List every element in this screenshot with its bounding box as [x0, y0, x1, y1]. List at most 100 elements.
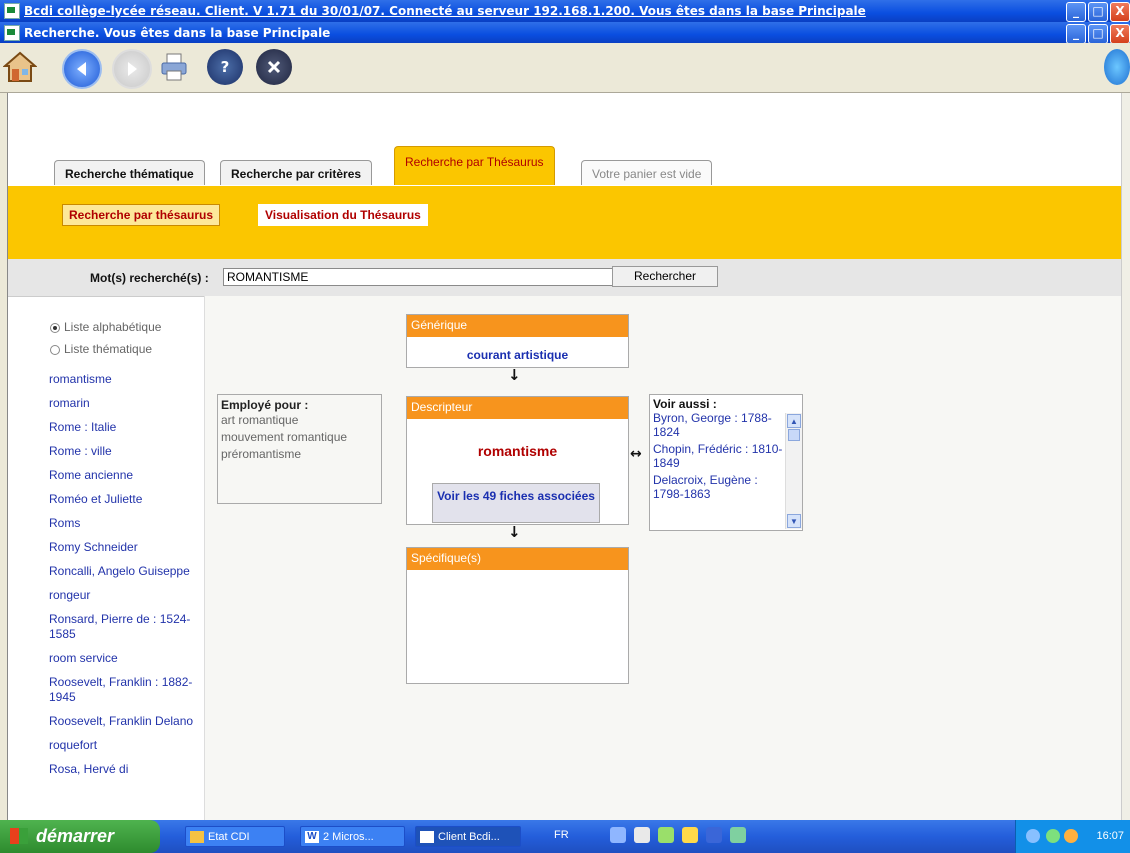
close-window-icon[interactable]: X: [1110, 24, 1130, 43]
search-label: Mot(s) recherché(s) :: [90, 271, 209, 285]
list-item[interactable]: Byron, George : 1788-1824: [653, 411, 784, 439]
list-item[interactable]: Rome : Italie: [49, 420, 199, 435]
bidirectional-arrow-icon: ↔: [630, 446, 642, 462]
antivirus-icon[interactable]: [1064, 829, 1078, 843]
word-icon[interactable]: [706, 827, 722, 843]
search-button[interactable]: Rechercher: [612, 266, 718, 287]
voir-aussi-list: Byron, George : 1788-1824 Chopin, Frédér…: [650, 411, 802, 501]
network-icon[interactable]: [1046, 829, 1060, 843]
start-label: démarrer: [36, 826, 115, 846]
minimize-icon[interactable]: _: [1066, 2, 1086, 22]
list-item[interactable]: room service: [49, 651, 199, 666]
taskbar-item-label: 2 Micros...: [323, 831, 374, 843]
help-icon[interactable]: ?: [207, 49, 243, 85]
tab-recherche-thesaurus[interactable]: Recherche par Thésaurus: [394, 146, 555, 185]
employe-pour-item: préromantisme: [221, 447, 302, 461]
generique-term[interactable]: courant artistique: [407, 348, 628, 362]
list-item[interactable]: romarin: [49, 396, 199, 411]
taskbar-item-word[interactable]: W 2 Micros...: [300, 826, 405, 847]
taskbar-item-label: Client Bcdi...: [438, 831, 500, 843]
employe-pour-box: Employé pour : art romantique mouvement …: [217, 394, 382, 504]
radio-liste-alphabetique[interactable]: Liste alphabétique: [50, 320, 161, 334]
list-item[interactable]: Roms: [49, 516, 199, 531]
word-icon: W: [305, 831, 319, 843]
descripteur-heading: Descripteur: [407, 397, 628, 419]
list-item[interactable]: Roncalli, Angelo Guiseppe: [49, 564, 199, 579]
back-icon[interactable]: [62, 49, 102, 89]
ie-icon[interactable]: [610, 827, 626, 843]
voir-fiches-button[interactable]: Voir les 49 fiches associées: [432, 483, 600, 523]
scroll-up-icon[interactable]: ▲: [787, 414, 801, 428]
language-indicator[interactable]: FR: [554, 829, 569, 841]
descripteur-box: Descripteur romantisme Voir les 49 fiche…: [406, 396, 629, 525]
employe-pour-item: art romantique: [221, 413, 299, 427]
globe-icon[interactable]: [1104, 49, 1130, 85]
list-item[interactable]: Roosevelt, Franklin Delano: [49, 714, 199, 729]
word-list-panel: Liste alphabétique Liste thématique roma…: [8, 296, 205, 820]
taskbar-item-etat-cdi[interactable]: Etat CDI: [185, 826, 285, 847]
voir-aussi-scrollbar[interactable]: ▲ ▼: [785, 413, 802, 529]
list-item[interactable]: Chopin, Frédéric : 1810-1849: [653, 442, 784, 470]
list-item[interactable]: Roméo et Juliette: [49, 492, 199, 507]
home-icon[interactable]: [2, 49, 38, 85]
mail-icon[interactable]: [634, 827, 650, 843]
maximize-icon[interactable]: □: [1088, 24, 1108, 43]
maximize-icon[interactable]: □: [1088, 2, 1108, 22]
clock: 16:07: [1096, 830, 1124, 842]
tab-panier[interactable]: Votre panier est vide: [581, 160, 713, 185]
bcdi-icon[interactable]: [730, 827, 746, 843]
start-button[interactable]: démarrer: [0, 820, 160, 853]
windows-logo-icon: [10, 828, 28, 844]
tab-recherche-criteres[interactable]: Recherche par critères: [220, 160, 373, 185]
list-item[interactable]: Roosevelt, Franklin : 1882-1945: [49, 675, 199, 705]
forward-icon[interactable]: [112, 49, 152, 89]
list-item[interactable]: romantisme: [49, 372, 199, 387]
app-title-bar[interactable]: Bcdi collège-lycée réseau. Client. V 1.7…: [0, 0, 1130, 22]
word-list: romantisme romarin Rome : Italie Rome : …: [49, 372, 199, 786]
tray-chevron-icon[interactable]: [1026, 829, 1040, 843]
radio-label: Liste thématique: [64, 342, 153, 356]
radio-label: Liste alphabétique: [64, 320, 162, 334]
radio-liste-thematique[interactable]: Liste thématique: [50, 342, 152, 356]
list-item[interactable]: Rome ancienne: [49, 468, 199, 483]
minimize-icon[interactable]: _: [1066, 24, 1086, 43]
employe-pour-item: mouvement romantique: [221, 430, 348, 444]
tab-recherche-thematique[interactable]: Recherche thématique: [54, 160, 205, 185]
list-item[interactable]: Rome : ville: [49, 444, 199, 459]
list-item[interactable]: rongeur: [49, 588, 199, 603]
list-item[interactable]: Ronsard, Pierre de : 1524-1585: [49, 612, 199, 642]
search-bar: Mot(s) recherché(s) : ROMANTISME Recherc…: [8, 259, 1123, 297]
quick-launch: [610, 827, 746, 843]
app-icon: [4, 3, 20, 19]
svg-text:?: ?: [221, 58, 230, 76]
specifique-box: Spécifique(s): [406, 547, 629, 684]
employe-pour-heading: Employé pour :: [221, 398, 309, 412]
voir-aussi-heading: Voir aussi :: [653, 397, 717, 411]
taskbar-item-client-bcdi[interactable]: Client Bcdi...: [415, 826, 521, 847]
content-area: Recherche thématique Recherche par critè…: [7, 93, 1123, 820]
print-icon[interactable]: [156, 49, 192, 85]
scroll-thumb[interactable]: [788, 429, 800, 441]
subtab-band: Recherche par thésaurus Visualisation du…: [8, 186, 1123, 259]
search-window-title-bar[interactable]: Recherche. Vous êtes dans la base Princi…: [0, 22, 1130, 43]
close-icon[interactable]: [256, 49, 292, 85]
subtab-visualisation-thesaurus[interactable]: Visualisation du Thésaurus: [258, 204, 428, 226]
list-item[interactable]: Rosa, Hervé di: [49, 762, 199, 777]
system-tray: 16:07: [1015, 820, 1130, 853]
media-icon[interactable]: [658, 827, 674, 843]
close-window-icon[interactable]: X: [1110, 2, 1130, 22]
search-input[interactable]: ROMANTISME: [223, 268, 613, 286]
arrow-down-icon: ↓: [508, 366, 521, 384]
thesaurus-pane: Employé pour : art romantique mouvement …: [205, 296, 1123, 820]
scroll-down-icon[interactable]: ▼: [787, 514, 801, 528]
generique-box: Générique courant artistique: [406, 314, 629, 368]
list-item[interactable]: Romy Schneider: [49, 540, 199, 555]
search-window-title: Recherche. Vous êtes dans la base Princi…: [24, 25, 331, 40]
radio-unchecked-icon: [50, 344, 60, 355]
subtab-recherche-thesaurus[interactable]: Recherche par thésaurus: [62, 204, 221, 226]
list-item[interactable]: roquefort: [49, 738, 199, 753]
list-item[interactable]: Delacroix, Eugène : 1798-1863: [653, 473, 784, 501]
explorer-icon[interactable]: [682, 827, 698, 843]
radio-checked-icon: [50, 322, 60, 333]
content-scrollbar[interactable]: [1121, 93, 1130, 820]
